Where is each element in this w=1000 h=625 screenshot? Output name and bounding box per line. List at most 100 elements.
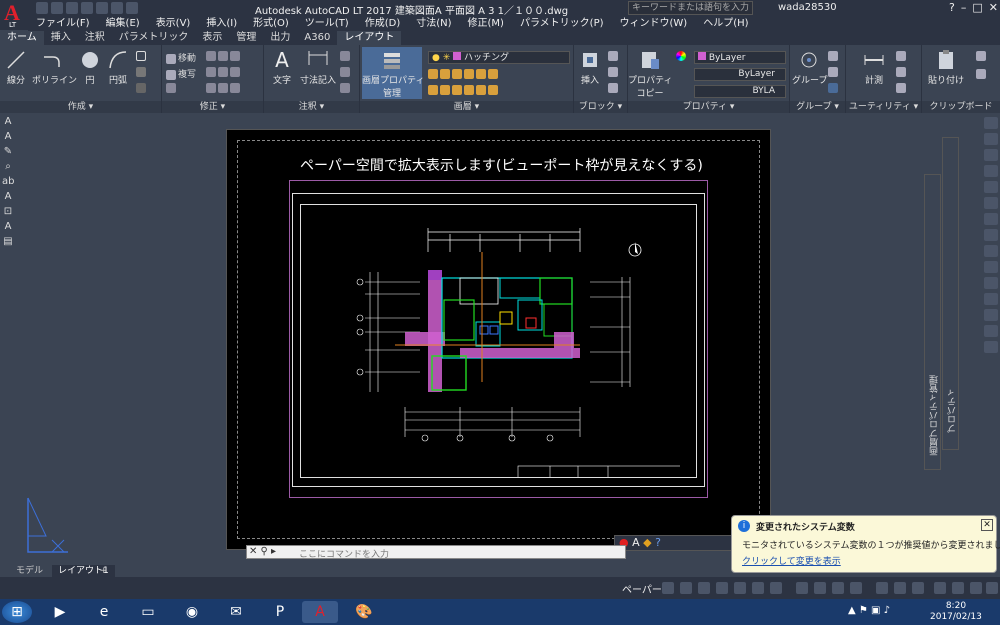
layer-tools-row1[interactable] [428,69,500,80]
menu-modify[interactable]: 修正(M) [460,17,512,31]
panel-utilities-title[interactable]: ユーティリティ ▾ [846,101,921,113]
match-properties-button[interactable]: プロパティ コピー [628,49,672,99]
attribute-icon[interactable] [608,83,620,94]
help-icon[interactable]: ? [949,1,955,14]
open-icon[interactable] [51,2,63,14]
menu-tools[interactable]: ツール(T) [297,17,357,31]
rotate-icon[interactable] [206,51,242,62]
tab-manage[interactable]: 管理 [229,31,263,45]
fullscreen-icon[interactable] [970,582,982,594]
units-icon[interactable] [894,582,906,594]
dimension-button[interactable]: 寸法記入 [298,49,338,86]
panel-properties-title[interactable]: プロパティ ▾ [628,101,789,113]
mirror-icon[interactable] [206,67,242,78]
move-button[interactable]: 移動 [166,51,196,64]
create-block-icon[interactable] [608,51,620,62]
tab-view[interactable]: 表示 [195,31,229,45]
ungroup-icon[interactable] [828,51,840,62]
minimize-icon[interactable]: – [961,1,967,14]
measure-button[interactable]: 計測 [858,49,890,86]
tab-layout[interactable]: レイアウト [337,31,402,45]
tab-insert[interactable]: 挿入 [44,31,78,45]
snap-tool-2-icon[interactable] [984,133,998,145]
grid-icon[interactable] [662,582,674,594]
arc-button[interactable]: 円弧 [106,49,130,86]
new-icon[interactable] [36,2,48,14]
layer-properties-button[interactable]: 画層プロパティ 管理 [362,47,424,99]
copy-clip-icon[interactable] [976,51,988,62]
command-input[interactable]: ここにコマンドを入力 [299,547,389,560]
search-input[interactable]: キーワードまたは語句を入力 [628,1,753,15]
snap-tool-12-icon[interactable] [984,293,998,305]
quick-select-icon[interactable] [896,51,908,62]
menu-parametric[interactable]: パラメトリック(P) [512,17,612,31]
snap-tool-15-icon[interactable] [984,341,998,353]
file-explorer-icon[interactable]: ▭ [130,601,166,623]
saveas-icon[interactable] [81,2,93,14]
menu-insert[interactable]: 挿入(I) [198,17,245,31]
point-icon[interactable] [896,67,908,78]
snap-tool-7-icon[interactable] [984,213,998,225]
lineweight-dropdown[interactable]: BYLA [694,85,786,98]
find-tool-icon[interactable]: ⌕ [2,161,14,173]
chrome-icon[interactable]: ◉ [174,601,210,623]
menu-edit[interactable]: 編集(E) [98,17,148,31]
close-icon[interactable]: ✕ [989,1,998,14]
workspace-icon[interactable] [850,582,862,594]
lineweight-icon[interactable] [770,582,782,594]
color-dropdown[interactable]: ByLayer [694,51,786,64]
add-layout-button[interactable]: + [94,565,114,577]
start-button-icon[interactable]: ⊞ [2,601,32,623]
isodraft-icon[interactable] [734,582,746,594]
polar-icon[interactable] [716,582,728,594]
insert-block-button[interactable]: 挿入 [576,49,604,86]
justify-text-icon[interactable]: A [2,221,14,233]
menu-view[interactable]: 表示(V) [148,17,199,31]
thunderbird-icon[interactable]: ✉ [218,601,254,623]
isolate-icon[interactable] [912,582,924,594]
panel-clipboard-title[interactable]: クリップボード [922,101,1000,113]
internet-explorer-icon[interactable]: e [86,601,122,623]
table-icon[interactable] [340,83,352,94]
panel-layers-title[interactable]: 画層 ▾ [360,101,573,113]
layer-dropdown[interactable]: ● ✳ ハッチング [428,51,570,64]
spell-tool-icon[interactable]: ab [2,176,14,188]
menu-window[interactable]: ウィンドウ(W) [612,17,696,31]
user-name[interactable]: wada28530 [778,2,837,13]
snap-tool-1-icon[interactable] [984,117,998,129]
color-wheel-icon[interactable] [676,51,688,62]
quick-access-toolbar[interactable] [36,2,138,15]
customize-icon[interactable] [986,582,998,594]
polyline-button[interactable]: ポリライン [32,49,77,86]
paste-button[interactable]: 貼り付け [926,49,966,86]
group-select-icon[interactable] [828,83,840,94]
menu-format[interactable]: 形式(O) [245,17,297,31]
group-edit-icon[interactable] [828,67,840,78]
group-button[interactable]: グループ [792,49,827,86]
convert-text-icon[interactable]: ▤ [2,236,14,248]
copy-button[interactable]: 複写 [166,67,196,80]
style-tool-icon[interactable]: A [2,191,14,203]
notification-link[interactable]: クリックして変更を表示 [742,554,841,567]
tab-parametric[interactable]: パラメトリック [112,31,196,45]
multileader-icon[interactable] [340,67,352,78]
panel-groups-title[interactable]: グループ ▾ [790,101,845,113]
command-line-options-icon[interactable]: ✕ ⚲ ▸ [249,546,276,557]
transparency-icon[interactable] [796,582,808,594]
hardware-icon[interactable] [952,582,964,594]
snap-tool-3-icon[interactable] [984,149,998,161]
command-line[interactable]: ✕ ⚲ ▸ ここにコマンドを入力 [246,545,626,560]
tab-annotate[interactable]: 注釈 [78,31,112,45]
menu-dimension[interactable]: 寸法(N) [408,17,459,31]
floor-plan-drawing[interactable] [340,222,680,477]
rectangle-icon[interactable] [136,51,148,62]
linetype-dropdown[interactable]: ByLayer [694,68,786,81]
tab-model[interactable]: モデル [10,565,49,577]
snap-tool-14-icon[interactable] [984,325,998,337]
properties-palette[interactable]: プロパティ [942,137,959,450]
maximize-icon[interactable]: □ [972,1,982,14]
plus-icon[interactable] [876,582,888,594]
panel-block-title[interactable]: ブロック ▾ [574,101,627,113]
notification-close-icon[interactable]: ✕ [981,519,993,531]
mtext-tool-icon[interactable]: A [2,131,14,143]
